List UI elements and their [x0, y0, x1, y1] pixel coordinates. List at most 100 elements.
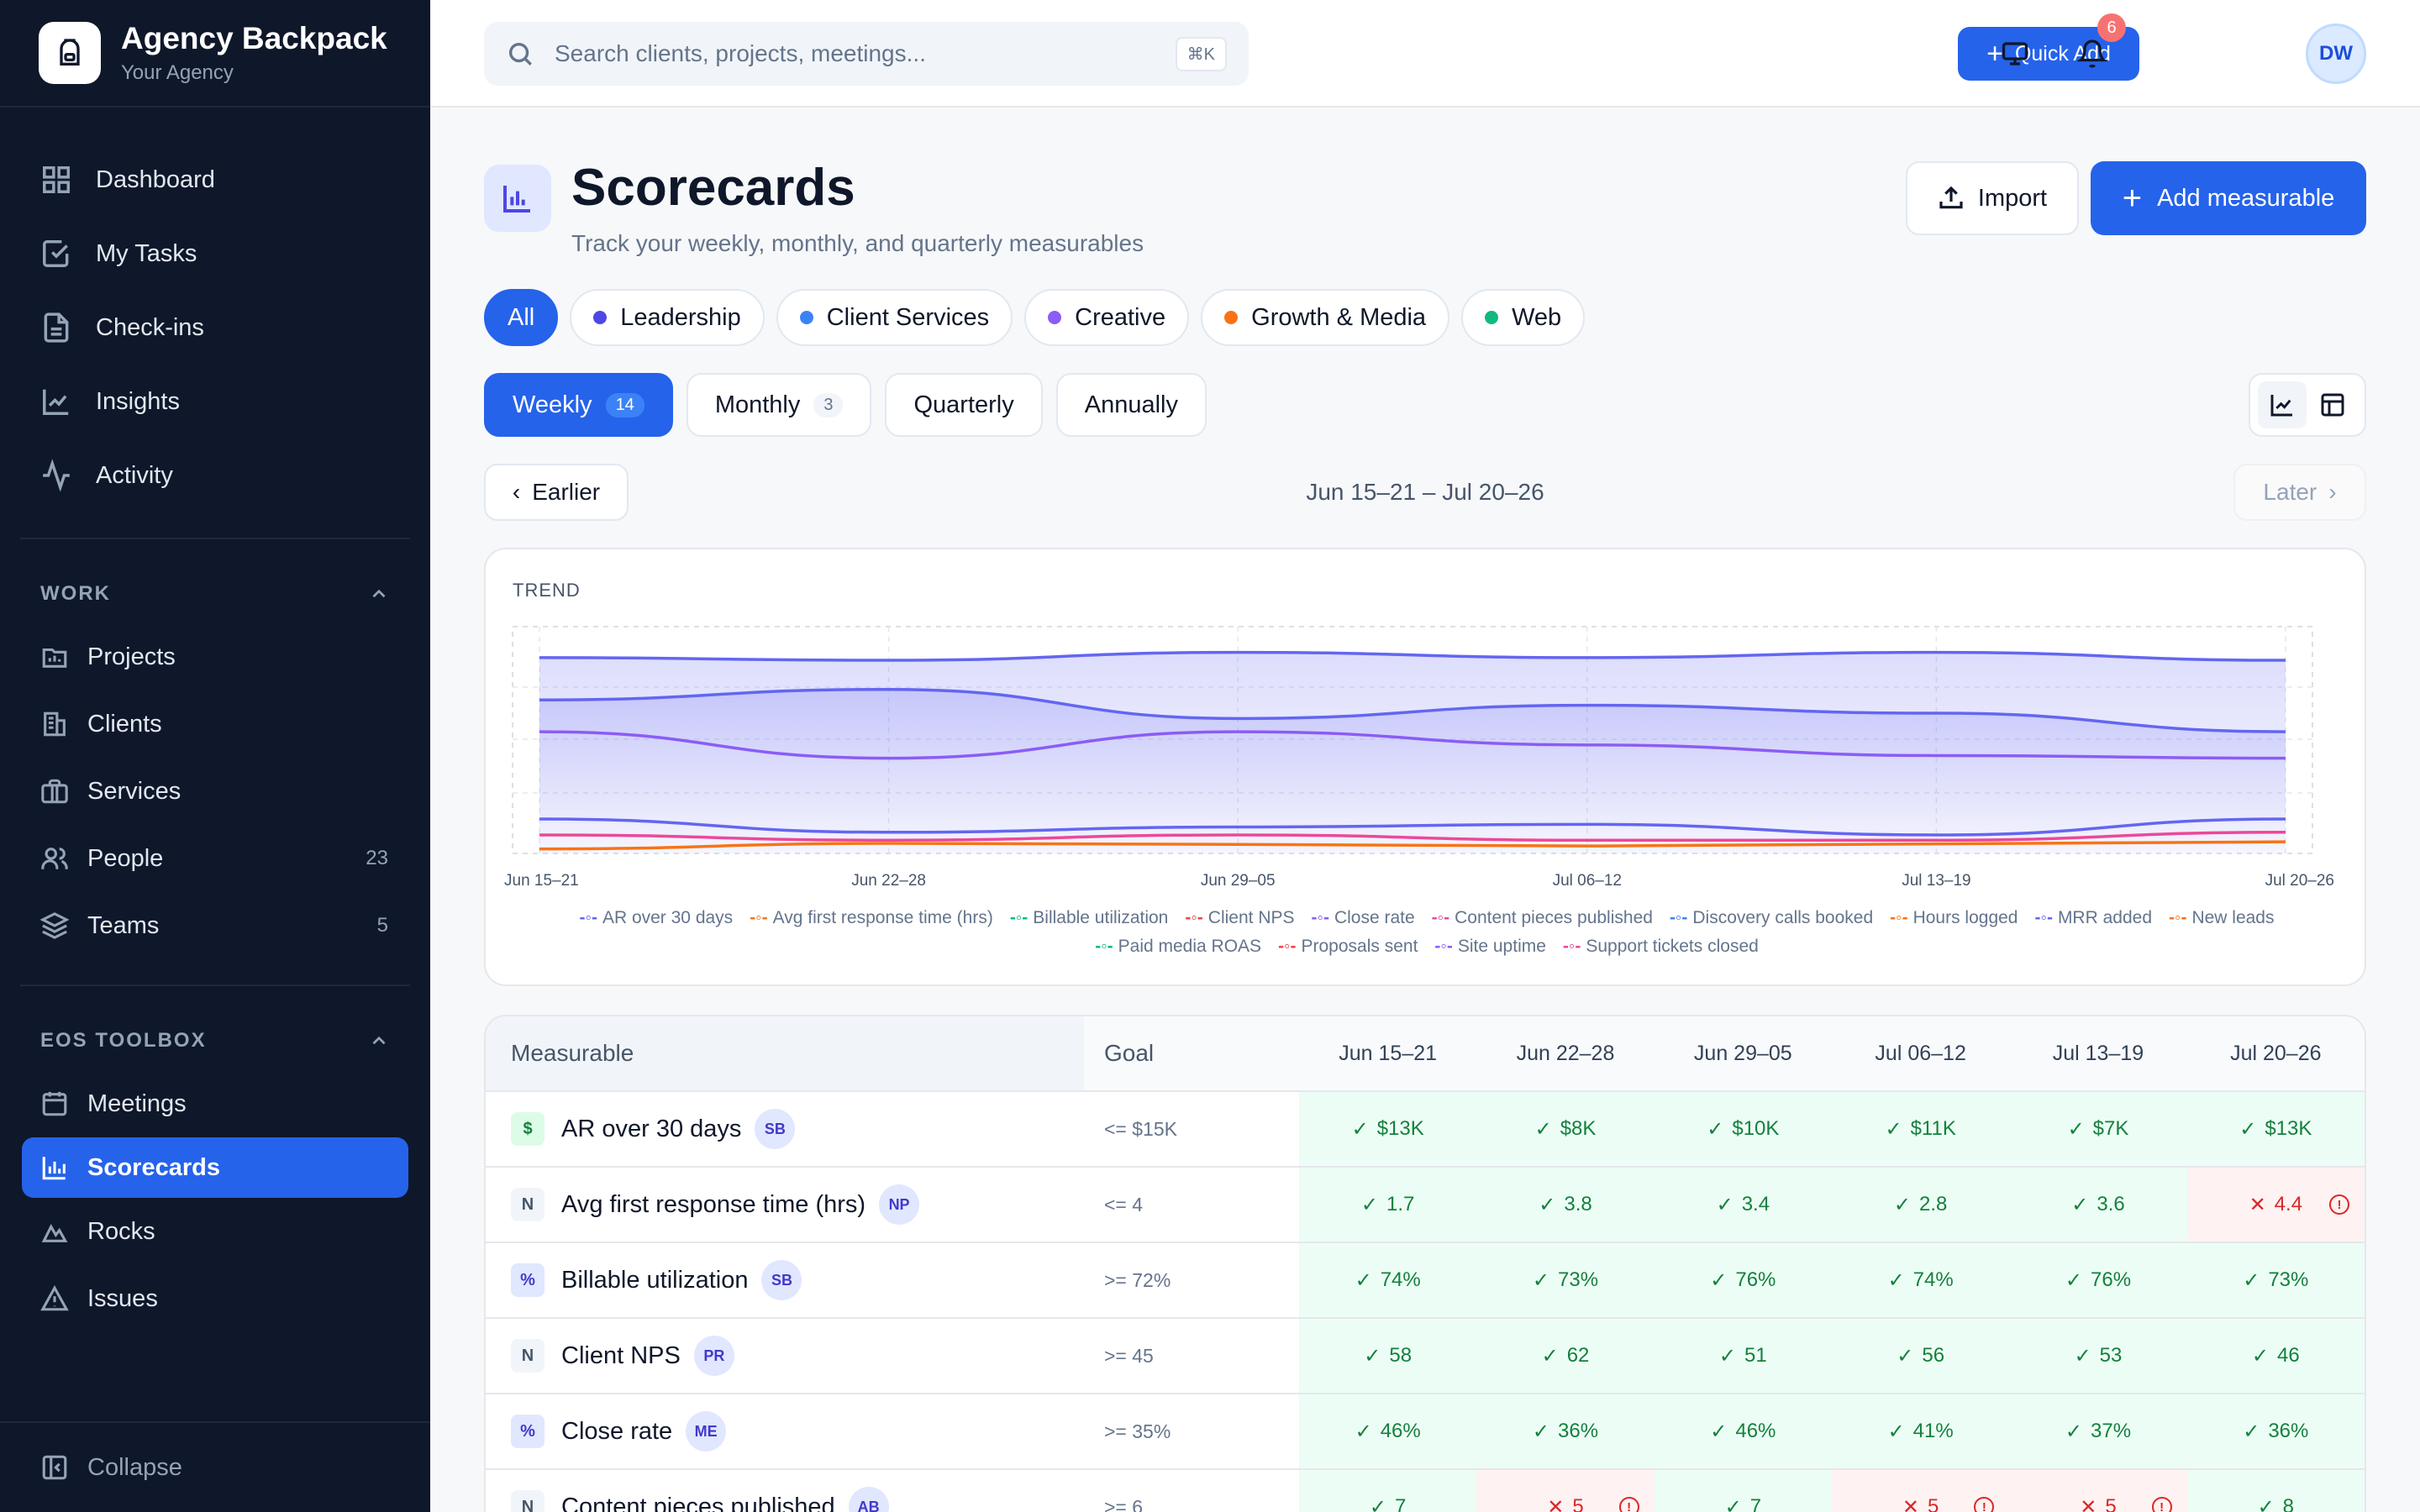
nav-issues[interactable]: Issues — [0, 1265, 430, 1332]
week-value-cell[interactable]: ✓ 74% — [1831, 1243, 2010, 1317]
nav-my-tasks[interactable]: My Tasks — [0, 217, 430, 291]
legend-item[interactable]: -◦- Discovery calls booked — [1670, 908, 1873, 927]
week-value-cell[interactable]: ✓ 51 — [1654, 1319, 1832, 1393]
week-value-cell[interactable]: ✕ 5 ! — [2009, 1470, 2187, 1512]
week-value-cell[interactable]: ✓ 36% — [1476, 1394, 1655, 1468]
table-row[interactable]: % Billable utilization SB >= 72% ✓ 74% ✓… — [486, 1243, 2365, 1319]
table-view-button[interactable] — [2308, 381, 2357, 428]
week-value-cell[interactable]: ✕ 5 ! — [1831, 1470, 2010, 1512]
user-avatar[interactable]: DW — [2306, 24, 2366, 84]
week-value-cell[interactable]: ✓ 7 — [1654, 1470, 1832, 1512]
week-value-cell[interactable]: ✓ 37% — [2009, 1394, 2187, 1468]
chart-view-button[interactable] — [2258, 381, 2307, 428]
nav-projects[interactable]: Projects — [0, 623, 430, 690]
week-value-cell[interactable]: ✓ 3.4 — [1654, 1168, 1832, 1242]
week-value-cell[interactable]: ✓ 41% — [1831, 1394, 2010, 1468]
legend-item[interactable]: -◦- Close rate — [1312, 908, 1415, 927]
header-measurable[interactable]: Measurable — [486, 1016, 1084, 1090]
week-value-cell[interactable]: ✓ 1.7 — [1299, 1168, 1477, 1242]
week-value-cell[interactable]: ✓ $11K — [1831, 1092, 2010, 1166]
import-button[interactable]: Import — [1906, 161, 2079, 235]
brand[interactable]: Agency Backpack Your Agency — [0, 0, 430, 108]
nav-scorecards[interactable]: Scorecards — [22, 1137, 408, 1198]
legend-item[interactable]: -◦- AR over 30 days — [580, 908, 734, 927]
table-row[interactable]: N Avg first response time (hrs) NP <= 4 … — [486, 1168, 2365, 1243]
search-input[interactable]: Search clients, projects, meetings... ⌘K — [484, 22, 1249, 86]
legend-item[interactable]: -◦- Paid media ROAS — [1095, 937, 1261, 956]
nav-clients[interactable]: Clients — [0, 690, 430, 758]
owner-avatar[interactable]: PR — [693, 1336, 734, 1376]
week-value-cell[interactable]: ✓ 46 — [2186, 1319, 2365, 1393]
later-button[interactable]: Later › — [2233, 464, 2366, 521]
measurable-cell[interactable]: % Close rate ME — [486, 1394, 1084, 1468]
nav-services[interactable]: Services — [0, 758, 430, 825]
week-value-cell[interactable]: ✓ 53 — [2009, 1319, 2187, 1393]
measurable-cell[interactable]: N Avg first response time (hrs) NP — [486, 1168, 1084, 1242]
legend-item[interactable]: -◦- Billable utilization — [1010, 908, 1169, 927]
nav-activity[interactable]: Activity — [0, 438, 430, 512]
nav-rocks[interactable]: Rocks — [0, 1198, 430, 1265]
week-value-cell[interactable]: ✓ 2.8 — [1831, 1168, 2010, 1242]
team-chip-client-services[interactable]: Client Services — [776, 289, 1013, 346]
week-value-cell[interactable]: ✓ 3.8 — [1476, 1168, 1655, 1242]
legend-item[interactable]: -◦- New leads — [2169, 908, 2275, 927]
owner-avatar[interactable]: SB — [761, 1260, 802, 1300]
nav-check-ins[interactable]: Check-ins — [0, 291, 430, 365]
legend-item[interactable]: -◦- Content pieces published — [1432, 908, 1653, 927]
team-chip-creative[interactable]: Creative — [1024, 289, 1190, 346]
tab-annually[interactable]: Annually — [1055, 373, 1207, 437]
nav-teams[interactable]: Teams 5 — [0, 892, 430, 959]
week-value-cell[interactable]: ✓ 62 — [1476, 1319, 1655, 1393]
measurable-cell[interactable]: % Billable utilization SB — [486, 1243, 1084, 1317]
week-value-cell[interactable]: ✓ 36% — [2186, 1394, 2365, 1468]
legend-item[interactable]: -◦- Hours logged — [1890, 908, 2018, 927]
table-row[interactable]: % Close rate ME >= 35% ✓ 46% ✓ 36% ✓ 46%… — [486, 1394, 2365, 1470]
monitor-button[interactable] — [1995, 34, 2035, 74]
owner-avatar[interactable]: NP — [879, 1184, 920, 1225]
owner-avatar[interactable]: ME — [686, 1411, 727, 1452]
week-value-cell[interactable]: ✕ 5 ! — [1476, 1470, 1655, 1512]
owner-avatar[interactable]: AB — [848, 1487, 889, 1512]
week-value-cell[interactable]: ✓ $13K — [1299, 1092, 1477, 1166]
week-value-cell[interactable]: ✓ $8K — [1476, 1092, 1655, 1166]
measurable-cell[interactable]: N Client NPS PR — [486, 1319, 1084, 1393]
week-value-cell[interactable]: ✓ 46% — [1299, 1394, 1477, 1468]
team-chip-leadership[interactable]: Leadership — [570, 289, 765, 346]
work-section-toggle[interactable]: WORK — [0, 564, 430, 623]
owner-avatar[interactable]: SB — [755, 1109, 796, 1149]
team-chip-all[interactable]: All — [484, 289, 559, 346]
earlier-button[interactable]: ‹ Earlier — [484, 464, 629, 521]
week-value-cell[interactable]: ✓ 76% — [2009, 1243, 2187, 1317]
week-value-cell[interactable]: ✓ 76% — [1654, 1243, 1832, 1317]
week-value-cell[interactable]: ✓ $13K — [2186, 1092, 2365, 1166]
table-row[interactable]: N Client NPS PR >= 45 ✓ 58 ✓ 62 ✓ 51 ✓ 5… — [486, 1319, 2365, 1394]
nav-meetings[interactable]: Meetings — [0, 1070, 430, 1137]
legend-item[interactable]: -◦- Support tickets closed — [1563, 937, 1759, 956]
measurable-cell[interactable]: $ AR over 30 days SB — [486, 1092, 1084, 1166]
collapse-button[interactable]: Collapse — [0, 1421, 430, 1512]
tab-weekly[interactable]: Weekly 14 — [484, 373, 673, 437]
legend-item[interactable]: -◦- Client NPS — [1185, 908, 1294, 927]
nav-insights[interactable]: Insights — [0, 365, 430, 438]
eos-section-toggle[interactable]: EOS TOOLBOX — [0, 1011, 430, 1070]
table-row[interactable]: $ AR over 30 days SB <= $15K ✓ $13K ✓ $8… — [486, 1092, 2365, 1168]
week-value-cell[interactable]: ✓ 3.6 — [2009, 1168, 2187, 1242]
nav-dashboard[interactable]: Dashboard — [0, 143, 430, 217]
add-measurable-button[interactable]: + Add measurable — [2091, 161, 2366, 235]
legend-item[interactable]: -◦- Avg first response time (hrs) — [750, 908, 993, 927]
legend-item[interactable]: -◦- Proposals sent — [1278, 937, 1418, 956]
week-value-cell[interactable]: ✓ 56 — [1831, 1319, 2010, 1393]
week-value-cell[interactable]: ✓ 46% — [1654, 1394, 1832, 1468]
week-value-cell[interactable]: ✓ $10K — [1654, 1092, 1832, 1166]
week-value-cell[interactable]: ✓ $7K — [2009, 1092, 2187, 1166]
tab-quarterly[interactable]: Quarterly — [885, 373, 1043, 437]
week-value-cell[interactable]: ✓ 58 — [1299, 1319, 1477, 1393]
legend-item[interactable]: -◦- Site uptime — [1434, 937, 1546, 956]
team-chip-growth-media[interactable]: Growth & Media — [1201, 289, 1450, 346]
legend-item[interactable]: -◦- MRR added — [2035, 908, 2153, 927]
table-row[interactable]: N Content pieces published AB >= 6 ✓ 7 ✕… — [486, 1470, 2365, 1512]
week-value-cell[interactable]: ✕ 4.4 ! — [2186, 1168, 2365, 1242]
week-value-cell[interactable]: ✓ 73% — [2186, 1243, 2365, 1317]
week-value-cell[interactable]: ✓ 8 — [2186, 1470, 2365, 1512]
header-goal[interactable]: Goal — [1084, 1040, 1299, 1067]
